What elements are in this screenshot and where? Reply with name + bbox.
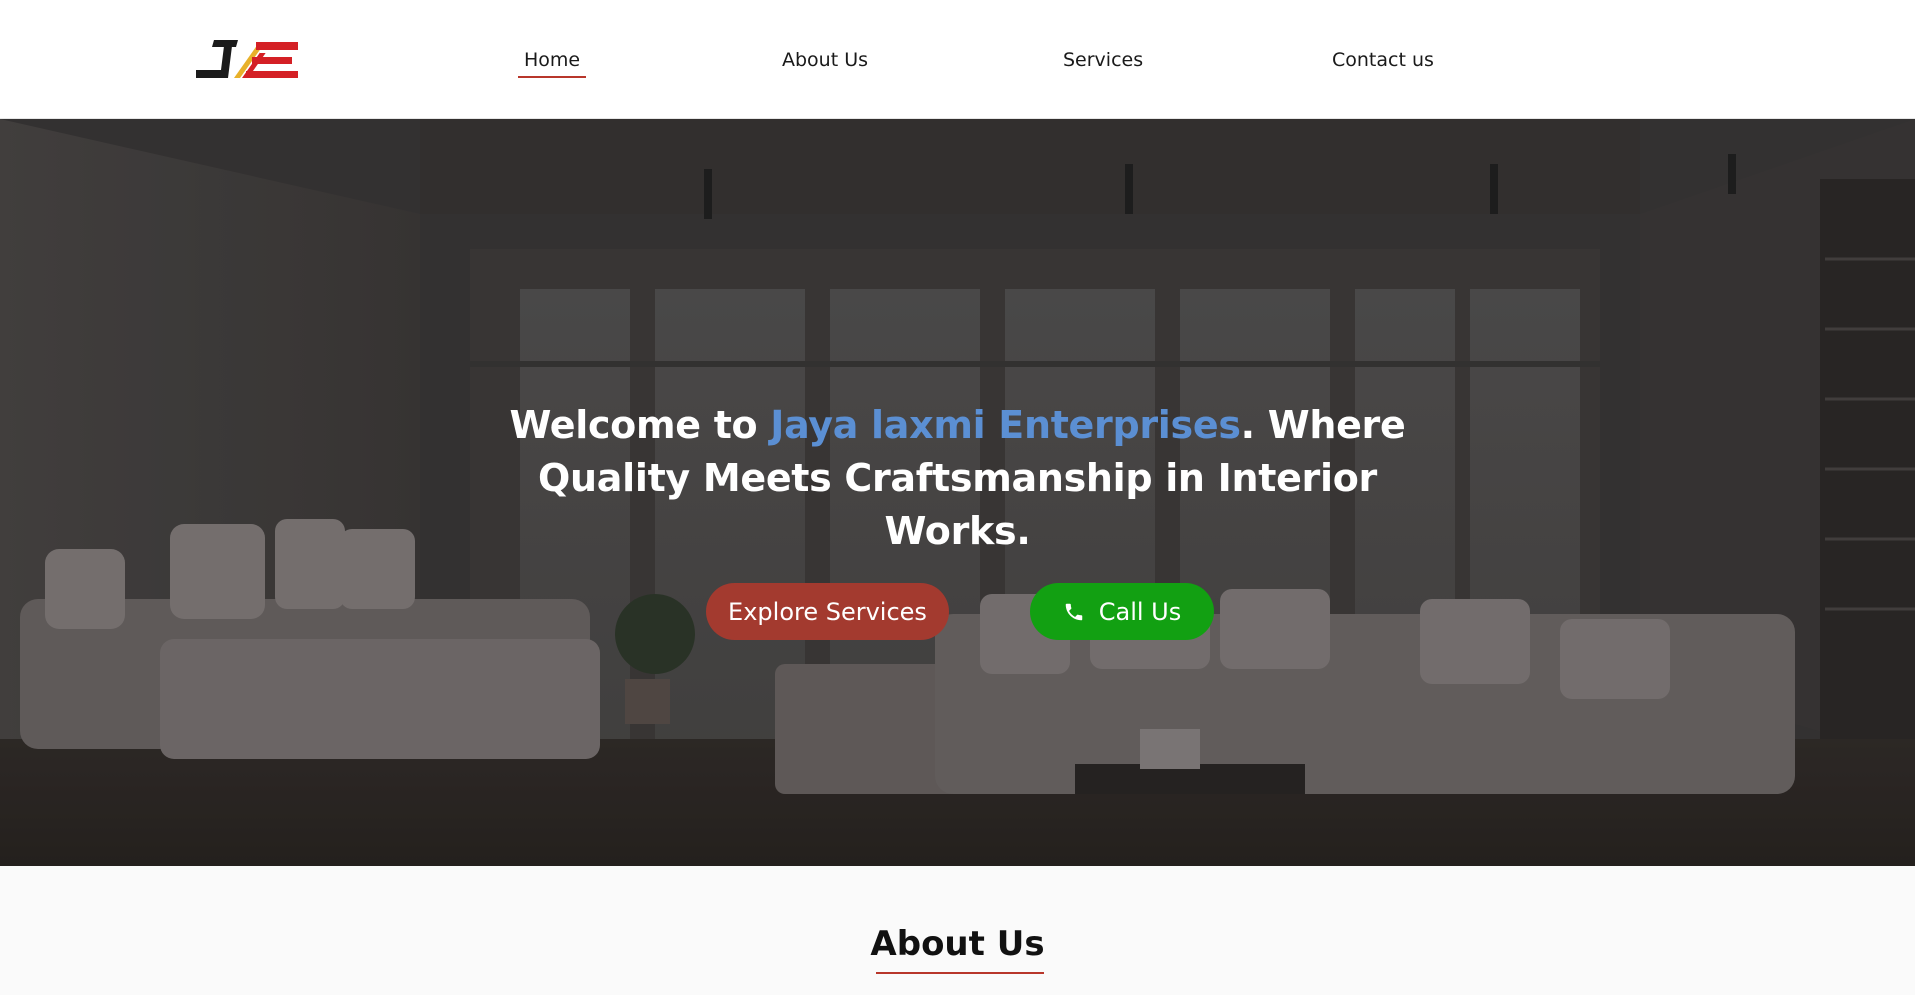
call-us-button[interactable]: Call Us	[1030, 583, 1214, 640]
explore-services-button[interactable]: Explore Services	[706, 583, 949, 640]
hero-title-prefix: Welcome to	[509, 403, 771, 448]
call-us-label: Call Us	[1098, 597, 1182, 626]
hero-section: Welcome to Jaya laxmi Enterprises. Where…	[0, 119, 1915, 866]
site-header: Home About Us Services Contact us	[0, 0, 1915, 119]
nav-services[interactable]: Services	[1063, 47, 1143, 73]
explore-services-label: Explore Services	[728, 597, 927, 626]
about-heading-underline	[876, 972, 1044, 974]
hero-title-brand: Jaya laxmi Enterprises	[770, 403, 1241, 448]
hero-title: Welcome to Jaya laxmi Enterprises. Where…	[460, 399, 1455, 558]
logo[interactable]	[194, 38, 300, 82]
about-heading: About Us	[870, 924, 1045, 964]
about-section: About Us	[0, 866, 1915, 995]
nav-home[interactable]: Home	[517, 47, 587, 78]
nav-about-us[interactable]: About Us	[782, 47, 868, 73]
phone-icon	[1065, 603, 1082, 620]
nav-contact-us[interactable]: Contact us	[1332, 47, 1434, 73]
